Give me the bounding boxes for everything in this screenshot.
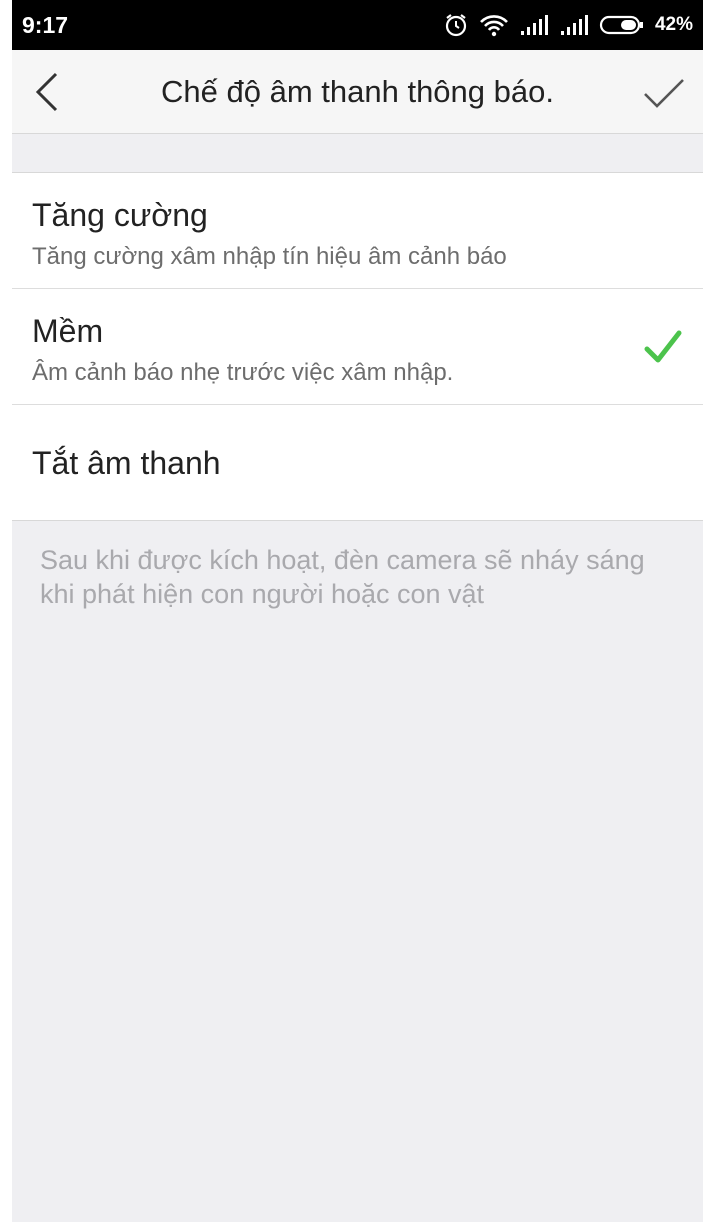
option-tang-cuong[interactable]: Tăng cường Tăng cường xâm nhập tín hiệu … (12, 173, 703, 289)
checkmark-icon (644, 79, 684, 108)
selected-check-icon (644, 330, 682, 363)
sound-mode-list: Tăng cường Tăng cường xâm nhập tín hiệu … (12, 173, 703, 520)
option-title: Tắt âm thanh (32, 445, 221, 481)
page-title: Chế độ âm thanh thông báo. (161, 74, 554, 109)
info-area: Sau khi được kích hoạt, đèn camera sẽ nh… (12, 520, 703, 1222)
option-subtitle: Âm cảnh báo nhẹ trước việc xâm nhập. (32, 359, 454, 386)
signal-icon (519, 14, 549, 36)
option-subtitle: Tăng cường xâm nhập tín hiệu âm cảnh báo (32, 243, 507, 270)
battery-icon (599, 14, 645, 36)
info-note: Sau khi được kích hoạt, đèn camera sẽ nh… (40, 545, 645, 609)
header-bar: Chế độ âm thanh thông báo. (12, 50, 703, 134)
chevron-left-icon (35, 72, 58, 112)
confirm-button[interactable] (639, 72, 689, 116)
status-icons: 42% (443, 12, 693, 38)
alarm-icon (443, 12, 469, 38)
option-tat-am-thanh[interactable]: Tắt âm thanh (12, 405, 703, 520)
option-mem[interactable]: Mềm Âm cảnh báo nhẹ trước việc xâm nhập. (12, 289, 703, 405)
back-button[interactable] (26, 70, 70, 114)
signal-icon (559, 14, 589, 36)
status-time: 9:17 (22, 11, 69, 38)
option-title: Mềm (32, 313, 104, 349)
battery-percent: 42% (654, 14, 693, 35)
status-bar: 9:17 42% (12, 0, 703, 50)
wifi-icon (479, 13, 509, 37)
option-title: Tăng cường (32, 197, 208, 233)
section-spacer (12, 134, 703, 173)
